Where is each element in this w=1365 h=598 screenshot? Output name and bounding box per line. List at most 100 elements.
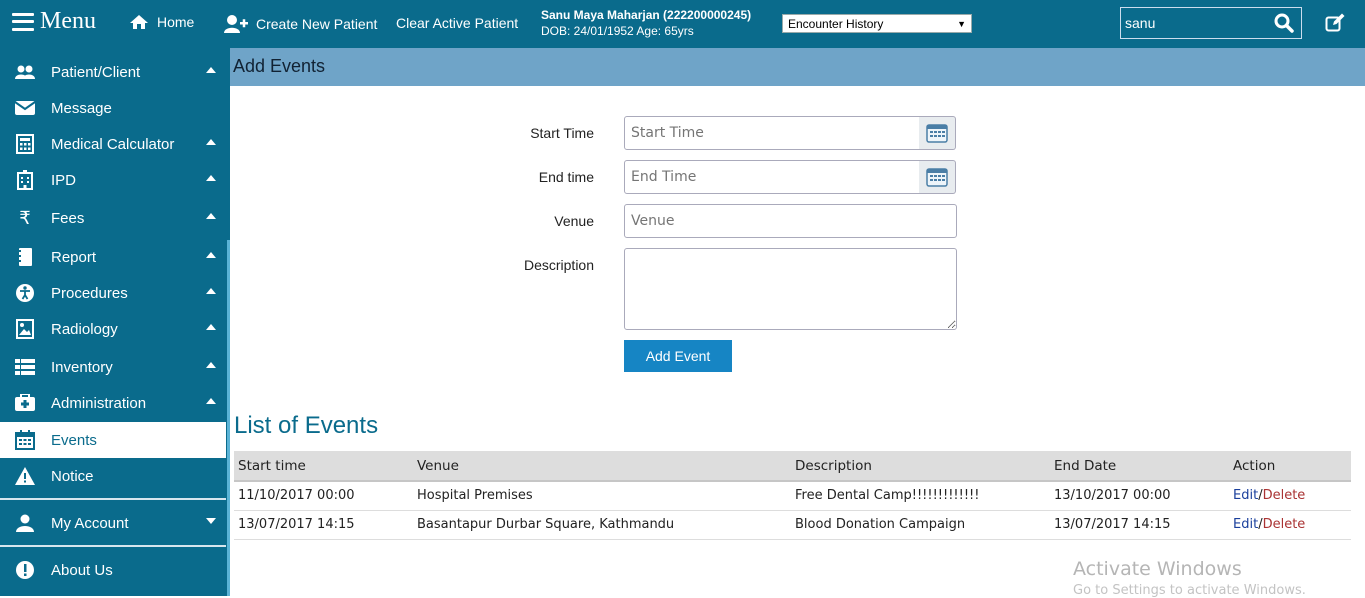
sidebar-item-label: Inventory — [51, 358, 113, 376]
info-icon — [13, 560, 37, 580]
sidebar-item-procedures[interactable]: Procedures — [0, 275, 226, 311]
clear-active-patient-link[interactable]: Clear Active Patient — [396, 15, 518, 31]
cell-description: Blood Donation Campaign — [791, 510, 1050, 540]
end-time-calendar-button[interactable] — [919, 160, 956, 194]
users-icon — [13, 62, 37, 82]
start-time-calendar-button[interactable] — [919, 116, 956, 150]
delete-link[interactable]: Delete — [1263, 517, 1306, 532]
column-header-action: Action — [1229, 451, 1351, 482]
calendar-icon — [926, 124, 948, 143]
list-of-events-title: List of Events — [234, 412, 379, 439]
sidebar-item-medical-calculator[interactable]: Medical Calculator — [0, 126, 226, 162]
calendar-icon — [13, 430, 37, 450]
delete-link[interactable]: Delete — [1263, 488, 1306, 503]
image-icon — [13, 319, 37, 339]
sidebar: Patient/Client Message Medical Calculato… — [0, 48, 230, 596]
warning-icon — [13, 466, 37, 486]
edit-link[interactable]: Edit — [1233, 488, 1258, 503]
sidebar-item-label: Events — [51, 431, 97, 449]
home-label: Home — [157, 14, 195, 30]
edit-link[interactable]: Edit — [1233, 517, 1258, 532]
user-icon — [13, 513, 37, 533]
page-title: Add Events — [230, 48, 1365, 86]
sidebar-item-inventory[interactable]: Inventory — [0, 349, 226, 385]
chevron-up-icon — [206, 213, 216, 219]
list-icon — [13, 357, 37, 377]
chevron-up-icon — [206, 398, 216, 404]
top-navbar: Menu Home Create New Patient Clear Activ… — [0, 0, 1365, 48]
start-time-label: Start Time — [530, 125, 594, 141]
sidebar-item-events[interactable]: Events — [0, 422, 226, 458]
search-input[interactable] — [1121, 8, 1267, 38]
clear-active-patient-label: Clear Active Patient — [396, 15, 519, 31]
active-patient-info: Sanu Maya Maharjan (222200000245) DOB: 2… — [541, 7, 751, 39]
column-header-venue: Venue — [413, 451, 791, 482]
description-textarea[interactable] — [624, 248, 957, 330]
sidebar-item-radiology[interactable]: Radiology — [0, 311, 226, 347]
table-row: 11/10/2017 00:00 Hospital Premises Free … — [234, 481, 1351, 511]
venue-label: Venue — [554, 213, 594, 229]
chevron-up-icon — [206, 139, 216, 145]
home-icon — [130, 15, 148, 29]
chevron-up-icon — [206, 324, 216, 330]
venue-input[interactable] — [624, 204, 957, 238]
cell-start-time: 13/07/2017 14:15 — [234, 510, 413, 540]
cell-venue: Basantapur Durbar Square, Kathmandu — [413, 510, 791, 540]
cell-action: Edit/Delete — [1229, 481, 1351, 511]
home-link[interactable]: Home — [129, 14, 194, 30]
edit-button[interactable] — [1325, 13, 1345, 38]
sidebar-item-ipd[interactable]: IPD — [0, 162, 226, 198]
sidebar-item-fees[interactable]: ₹ Fees — [0, 200, 226, 236]
cell-end-date: 13/07/2017 14:15 — [1050, 510, 1229, 540]
chevron-up-icon — [206, 175, 216, 181]
search-icon — [1274, 13, 1294, 33]
sidebar-item-label: Patient/Client — [51, 63, 141, 81]
end-time-input[interactable] — [624, 160, 920, 194]
chevron-up-icon — [206, 362, 216, 368]
sidebar-divider — [0, 498, 226, 500]
sidebar-item-label: Report — [51, 248, 97, 266]
sidebar-item-message[interactable]: Message — [0, 90, 226, 126]
sidebar-item-administration[interactable]: Administration — [0, 385, 226, 421]
hospital-icon — [13, 170, 37, 190]
encounter-history-select[interactable]: Encounter History ▼ — [782, 14, 972, 33]
cell-action: Edit/Delete — [1229, 510, 1351, 540]
sidebar-item-label: Medical Calculator — [51, 135, 175, 153]
chevron-up-icon — [206, 252, 216, 258]
book-icon — [13, 247, 37, 267]
sidebar-item-label: Procedures — [51, 284, 128, 302]
sidebar-item-report[interactable]: Report — [0, 239, 226, 275]
sidebar-item-label: My Account — [51, 514, 129, 532]
medkit-icon — [13, 393, 37, 413]
sidebar-item-about-us[interactable]: About Us — [0, 552, 226, 588]
column-header-description: Description — [791, 451, 1050, 482]
sidebar-item-patient-client[interactable]: Patient/Client — [0, 54, 226, 90]
events-table: Start time Venue Description End Date Ac… — [234, 451, 1351, 540]
start-time-input[interactable] — [624, 116, 920, 150]
accessibility-icon — [13, 283, 37, 303]
sidebar-item-label: Administration — [51, 394, 147, 412]
cell-venue: Hospital Premises — [413, 481, 791, 511]
sidebar-item-notice[interactable]: Notice — [0, 458, 226, 494]
end-time-label: End time — [538, 169, 594, 185]
envelope-icon — [13, 98, 37, 118]
search-button[interactable] — [1267, 8, 1301, 38]
chevron-up-icon — [206, 67, 216, 73]
cell-end-date: 13/10/2017 00:00 — [1050, 481, 1229, 511]
rupee-icon: ₹ — [19, 207, 31, 228]
table-header-row: Start time Venue Description End Date Ac… — [234, 451, 1351, 482]
menu-toggle-button[interactable]: Menu — [12, 8, 96, 35]
sidebar-item-label: Notice — [51, 467, 94, 485]
main-content: Add Events Start Time End time Venue Des… — [230, 48, 1365, 598]
chevron-up-icon — [206, 288, 216, 294]
sidebar-item-label: About Us — [51, 561, 113, 579]
sidebar-item-my-account[interactable]: My Account — [0, 505, 226, 541]
patient-details: DOB: 24/01/1952 Age: 65yrs — [541, 24, 694, 38]
add-event-button[interactable]: Add Event — [624, 340, 732, 372]
user-plus-icon — [224, 15, 248, 33]
caret-down-icon: ▼ — [957, 18, 966, 29]
sidebar-item-label: Message — [51, 99, 112, 117]
calculator-icon — [13, 134, 37, 154]
cell-description: Free Dental Camp!!!!!!!!!!!!! — [791, 481, 1050, 511]
create-new-patient-link[interactable]: Create New Patient — [224, 14, 377, 34]
